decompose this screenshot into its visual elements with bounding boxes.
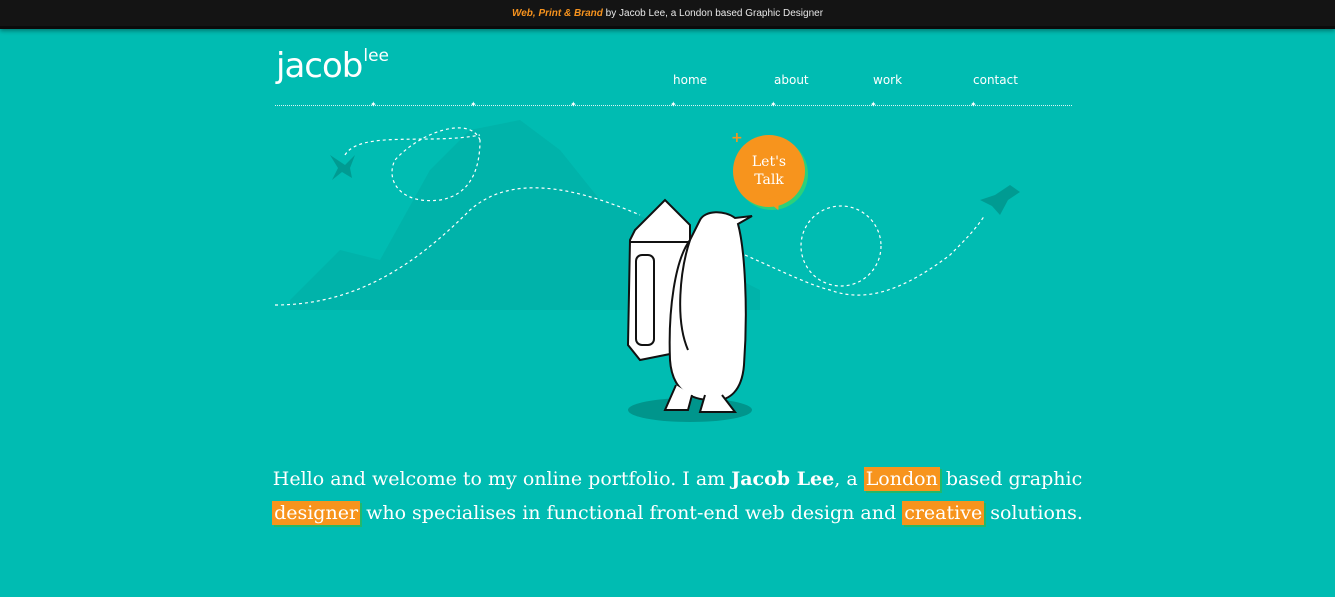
divider-star: ✦ [570, 100, 577, 109]
tagline-accent: Web, Print & Brand [511, 8, 603, 19]
divider-star: ✦ [970, 100, 977, 109]
plus-icon: + [731, 130, 743, 146]
nav-about[interactable]: about [774, 73, 809, 87]
intro-text: Hello and welcome to my online portfolio… [272, 468, 732, 490]
highlight-creative: creative [902, 501, 985, 525]
bird-icon [980, 185, 1020, 215]
divider-star: ✦ [770, 100, 777, 109]
highlight-london: London [863, 467, 940, 491]
logo-last: lee [363, 46, 390, 66]
intro-name: Jacob Lee [731, 468, 835, 490]
highlight-designer: designer [272, 501, 361, 525]
cta-line1: Let's [751, 154, 787, 170]
nav-home[interactable]: home [673, 73, 707, 87]
intro-text: who specialises in functional front-end … [360, 502, 903, 524]
divider-star: ✦ [870, 100, 877, 109]
main-nav: home about work contact [0, 73, 1335, 93]
divider-star: ✦ [370, 100, 377, 109]
divider-star: ✦ [470, 100, 477, 109]
intro-text: , a [834, 468, 864, 490]
lets-talk-button[interactable]: Let's Talk [733, 135, 805, 207]
divider-star: ✦ [670, 100, 677, 109]
top-banner: Web, Print & Brand by Jacob Lee, a Londo… [0, 0, 1335, 29]
hero-illustration [274, 120, 1020, 422]
intro-paragraph: Hello and welcome to my online portfolio… [270, 462, 1085, 530]
intro-text: solutions. [984, 502, 1083, 524]
flight-path-right [744, 214, 986, 296]
cta-line2: Talk [754, 172, 784, 188]
intro-text: based graphic [939, 468, 1083, 490]
tagline-text: by Jacob Lee, a London based Graphic Des… [605, 8, 824, 19]
nav-work[interactable]: work [873, 73, 902, 87]
nav-contact[interactable]: contact [973, 73, 1018, 87]
flight-path-circle [800, 205, 882, 287]
bird-icon [330, 155, 355, 180]
